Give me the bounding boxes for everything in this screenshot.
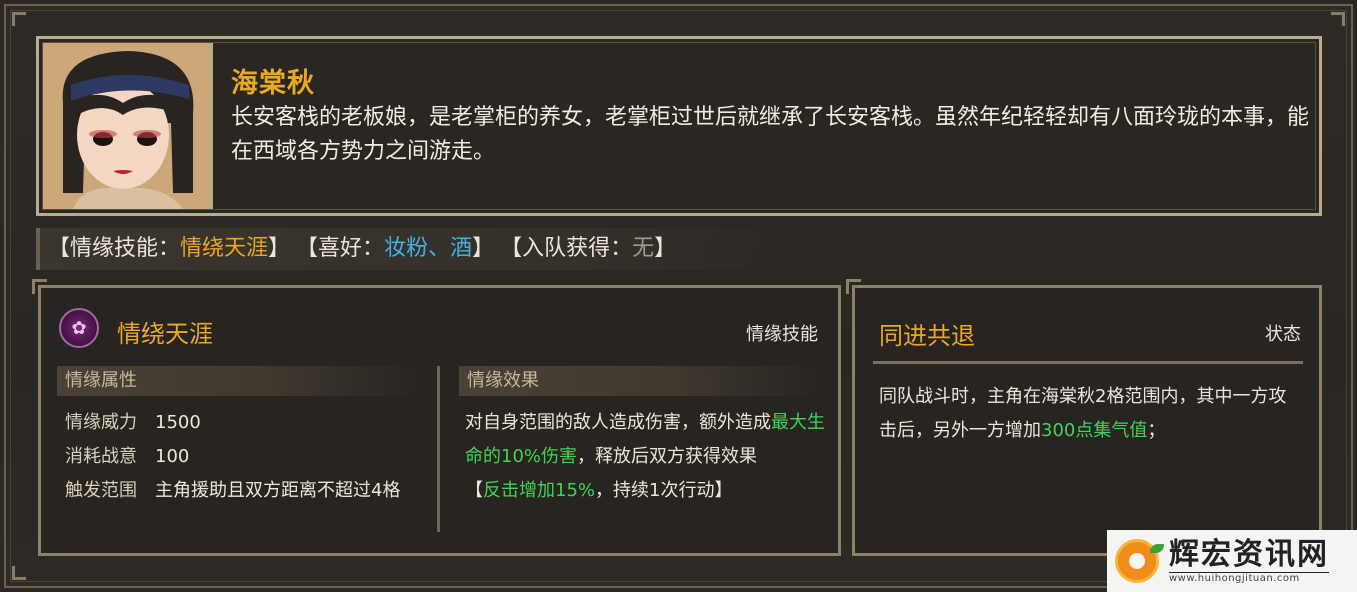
join-tag-value: 无: [632, 236, 655, 261]
skill-type: 情缘技能: [746, 324, 818, 345]
status-type: 状态: [1265, 324, 1301, 345]
status-text-2: ；: [1147, 420, 1166, 441]
effect-text-1: 对自身范围的敌人造成伤害，额外造成: [465, 412, 771, 433]
watermark-title: 辉宏资讯网: [1169, 537, 1329, 572]
join-tag-close: 】: [654, 236, 677, 261]
attr-value: 主角援助且双方距离不超过4格: [155, 480, 401, 501]
skill-tag-value: 情绕天涯: [180, 236, 269, 261]
status-panel: 同进共退 状态 同队战斗时，主角在海棠秋2格范围内，其中一方攻击后，另外一方增加…: [846, 279, 1322, 556]
attr-value: 100: [155, 446, 190, 467]
tag-strip: 【情缘技能：情绕天涯】 【喜好：妆粉、酒】 【入队获得：无】: [36, 228, 796, 270]
attr-row: 消耗战意 100: [65, 442, 189, 468]
attr-section-header: 情缘属性: [57, 366, 417, 396]
attr-key: 消耗战意: [65, 446, 137, 467]
frame-corner: [1331, 12, 1345, 26]
like-tag-label: 【喜好：: [296, 236, 385, 261]
column-divider: [437, 366, 440, 532]
orange-logo-icon: [1115, 539, 1164, 583]
effect-description: 对自身范围的敌人造成伤害，额外造成最大生命的10%伤害，释放后双方获得效果 【反击…: [465, 406, 829, 508]
leaf-icon: [1150, 544, 1164, 553]
watermark: 辉宏资讯网 www.huihongjituan.com: [1107, 530, 1357, 592]
attr-row: 情缘威力 1500: [65, 408, 201, 434]
watermark-text: 辉宏资讯网 www.huihongjituan.com: [1169, 538, 1329, 584]
attr-key: 触发范围: [65, 480, 137, 501]
attr-value: 1500: [155, 412, 201, 433]
effect-text-4: ，持续1次行动】: [595, 480, 733, 501]
skill-tag-close: 】: [268, 236, 291, 261]
status-divider: [873, 361, 1303, 364]
attr-row: 触发范围 主角援助且双方距离不超过4格: [65, 476, 400, 502]
status-description: 同队战斗时，主角在海棠秋2格范围内，其中一方攻击后，另外一方增加300点集气值；: [879, 380, 1299, 448]
lotus-icon: ✿: [59, 308, 99, 348]
watermark-url: www.huihongjituan.com: [1169, 572, 1329, 584]
frame-corner: [12, 566, 26, 580]
character-description: 长安客栈的老板娘，是老掌柜的养女，老掌柜过世后就继承了长安客栈。虽然年纪轻轻却有…: [231, 105, 1310, 164]
character-name: 海棠秋: [231, 68, 315, 99]
join-tag-label: 【入队获得：: [500, 236, 633, 261]
skill-tag-label: 【情缘技能：: [48, 236, 181, 261]
like-tag-value: 妆粉、酒: [384, 236, 473, 261]
effect-text-3: 【: [465, 480, 483, 501]
like-tag-close: 】: [472, 236, 495, 261]
character-header: 海棠秋 长安客栈的老板娘，是老掌柜的养女，老掌柜过世后就继承了长安客栈。虽然年纪…: [36, 36, 1322, 216]
skill-title: 情绕天涯: [117, 320, 213, 348]
status-title: 同进共退: [879, 322, 975, 350]
effect-text-2: ，释放后双方获得效果: [577, 446, 758, 467]
skill-panel: ✿ 情绕天涯 情缘技能 情缘属性 情缘效果 情缘威力 1500 消耗战意 100 触…: [32, 279, 841, 556]
status-highlight: 300点集气值: [1041, 420, 1148, 441]
portrait-image: [43, 43, 210, 209]
attr-key: 情缘威力: [65, 412, 137, 433]
character-portrait: [43, 43, 213, 209]
effect-highlight-counter: 反击增加15%: [483, 480, 596, 501]
effect-section-header: 情缘效果: [459, 366, 819, 396]
frame-corner: [12, 12, 26, 26]
